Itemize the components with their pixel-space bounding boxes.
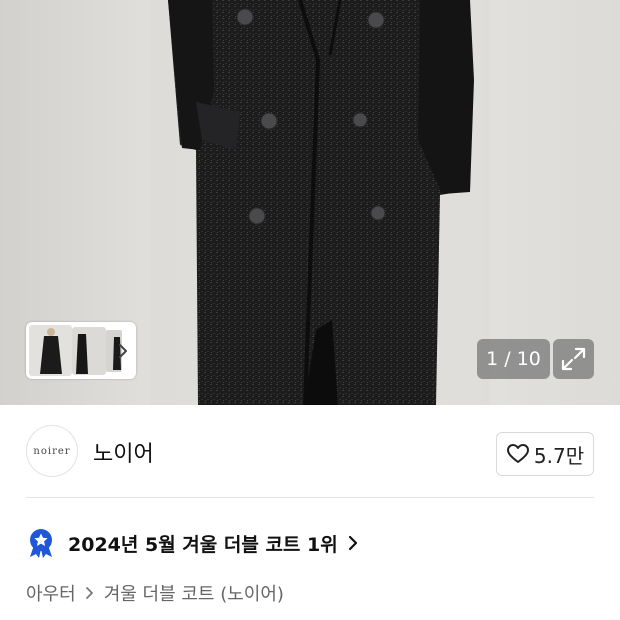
chevron-right-icon[interactable] [113, 340, 133, 362]
divider [26, 497, 594, 498]
expand-button[interactable] [553, 339, 594, 379]
brand-name[interactable]: 노이어 [93, 436, 154, 468]
brand-logo-text: noirer [33, 445, 71, 457]
ranking-link[interactable]: 2024년 5월 겨울 더블 코트 1위 [26, 524, 359, 562]
image-counter: 1 / 10 [477, 339, 550, 379]
breadcrumb-category[interactable]: 아우터 [26, 580, 76, 606]
breadcrumb-subcategory[interactable]: 겨울 더블 코트 (노이어) [104, 580, 284, 606]
brand-logo[interactable]: noirer [26, 425, 78, 477]
heart-icon [506, 444, 529, 463]
like-button[interactable]: 5.7만 [496, 432, 594, 476]
product-image-gallery[interactable]: 1 / 10 [0, 0, 620, 405]
like-count: 5.7만 [533, 443, 585, 468]
ranking-text: 2024년 5월 겨울 더블 코트 1위 [68, 533, 338, 556]
brand-row: noirer 노이어 5.7만 [0, 405, 620, 500]
chevron-right-icon [348, 535, 357, 551]
breadcrumb: 아우터 겨울 더블 코트 (노이어) [26, 578, 284, 608]
chevron-right-icon [85, 587, 93, 599]
expand-icon [561, 347, 586, 371]
ranking-badge-icon [30, 529, 52, 558]
